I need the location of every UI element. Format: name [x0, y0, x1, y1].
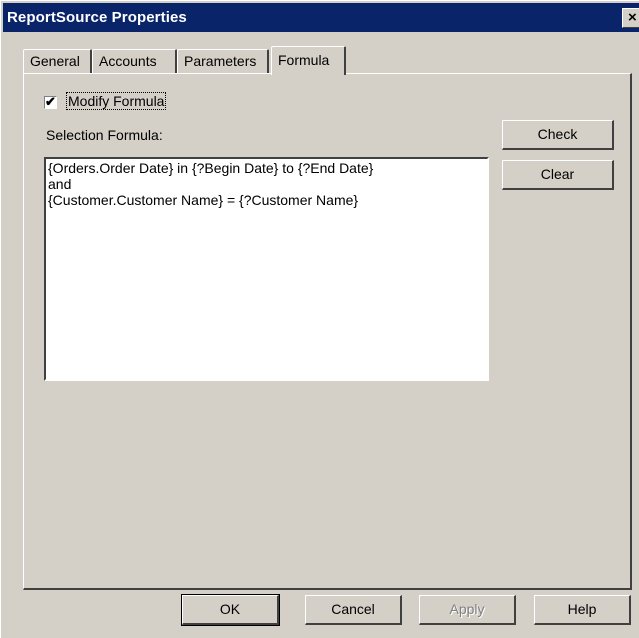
selection-formula-editor[interactable]: {Orders.Order Date} in {?Begin Date} to …: [44, 157, 489, 381]
selection-formula-label: Selection Formula:: [46, 127, 163, 143]
clear-button-label: Clear: [540, 166, 575, 182]
modify-formula-checkbox[interactable]: ✔: [44, 94, 57, 109]
close-icon: ×: [628, 9, 637, 26]
title-bar[interactable]: ReportSource Properties ×: [3, 3, 639, 32]
tab-formula-label: Formula: [278, 52, 330, 68]
cancel-button-label: Cancel: [331, 601, 375, 617]
close-button[interactable]: ×: [622, 8, 639, 28]
tab-accounts[interactable]: Accounts: [92, 49, 177, 73]
ok-button[interactable]: OK: [181, 594, 280, 626]
tab-general[interactable]: General: [23, 49, 92, 73]
formula-line: {Orders.Order Date} in {?Begin Date} to …: [48, 160, 374, 176]
clear-button[interactable]: Clear: [502, 160, 614, 190]
formula-line: and: [48, 176, 72, 192]
tab-accounts-label: Accounts: [99, 53, 157, 69]
checkmark-icon: ✔: [45, 94, 56, 109]
modify-formula-label[interactable]: Modify Formula: [65, 92, 167, 110]
apply-button: Apply: [419, 595, 516, 625]
tab-parameters-label: Parameters: [184, 53, 257, 69]
tab-formula[interactable]: Formula: [271, 46, 346, 75]
properties-dialog: ReportSource Properties × General Accoun…: [0, 0, 639, 638]
help-button[interactable]: Help: [534, 595, 631, 625]
tab-general-label: General: [30, 53, 80, 69]
check-button-label: Check: [537, 126, 578, 142]
formula-line: {Customer.Customer Name} = {?Customer Na…: [48, 192, 359, 208]
help-button-label: Help: [567, 601, 597, 617]
cancel-button[interactable]: Cancel: [305, 595, 402, 625]
dialog-title: ReportSource Properties: [7, 9, 187, 26]
tab-parameters[interactable]: Parameters: [177, 49, 269, 73]
ok-button-label: OK: [219, 601, 241, 617]
check-button[interactable]: Check: [502, 120, 614, 150]
apply-button-label: Apply: [449, 601, 485, 617]
